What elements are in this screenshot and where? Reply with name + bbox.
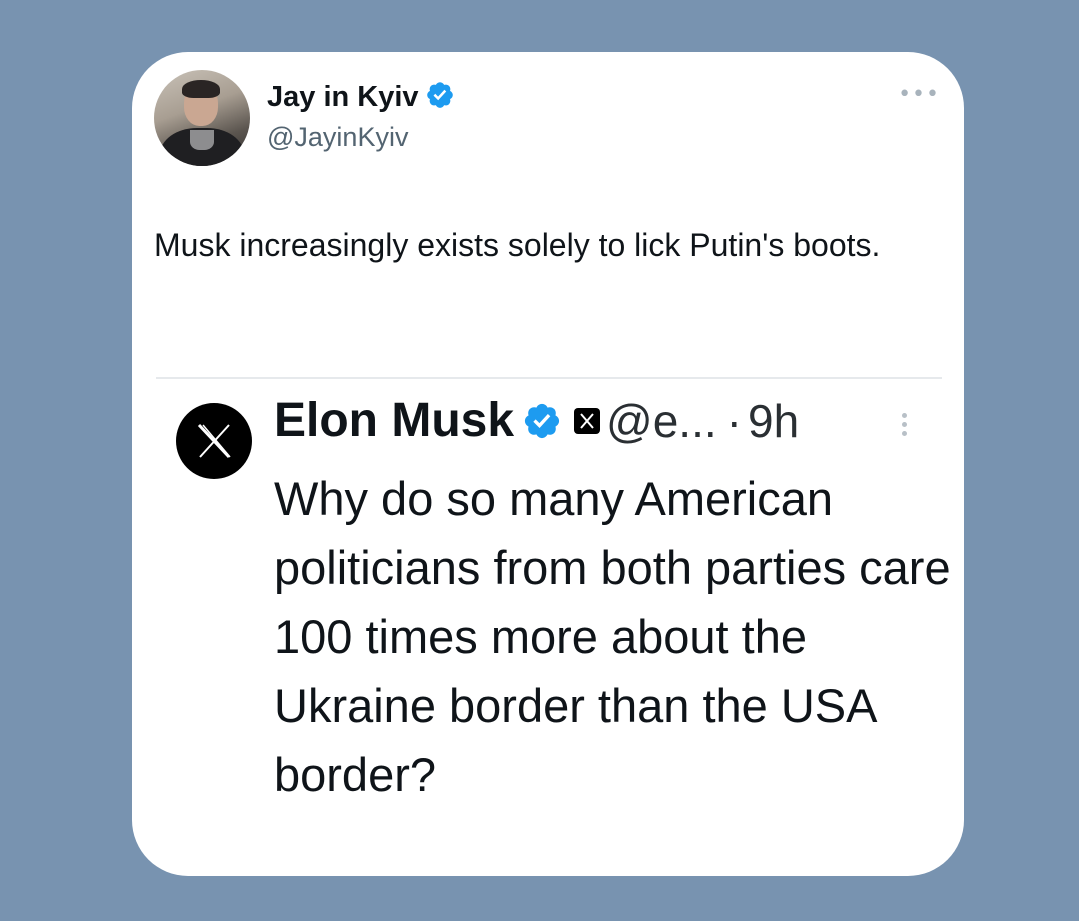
verified-badge-icon <box>524 403 560 438</box>
vertical-ellipsis-icon[interactable] <box>902 413 908 443</box>
x-logo-icon <box>197 423 231 459</box>
author-handle[interactable]: @JayinKyiv <box>267 122 408 153</box>
x-affiliate-badge-icon <box>574 407 601 434</box>
quoted-header: Elon Musk @e... · 9h <box>274 393 799 448</box>
verified-badge-icon <box>426 82 453 108</box>
ellipsis-icon[interactable]: ••• <box>898 82 940 107</box>
avatar-shirt-shape <box>190 130 214 150</box>
author-avatar[interactable] <box>154 70 250 166</box>
separator-dot: · <box>726 394 742 447</box>
tweet-text: Musk increasingly exists solely to lick … <box>154 227 881 263</box>
quoted-author-handle[interactable]: @e... <box>606 395 717 447</box>
author-name[interactable]: Jay in Kyiv <box>267 81 419 113</box>
avatar-hair-shape <box>182 80 220 98</box>
quoted-author-avatar[interactable] <box>176 403 252 479</box>
quoted-tweet[interactable]: Elon Musk @e... · 9h Why do so many America… <box>132 379 964 876</box>
quoted-timestamp[interactable]: 9h <box>748 395 799 447</box>
quoted-tweet-text: Why do so many American politicians from… <box>274 472 951 801</box>
tweet-card[interactable]: Jay in Kyiv @JayinKyiv ••• Musk increasi… <box>132 52 964 876</box>
author-name-row[interactable]: Jay in Kyiv <box>267 80 455 114</box>
quoted-author-name[interactable]: Elon Musk <box>274 394 514 447</box>
